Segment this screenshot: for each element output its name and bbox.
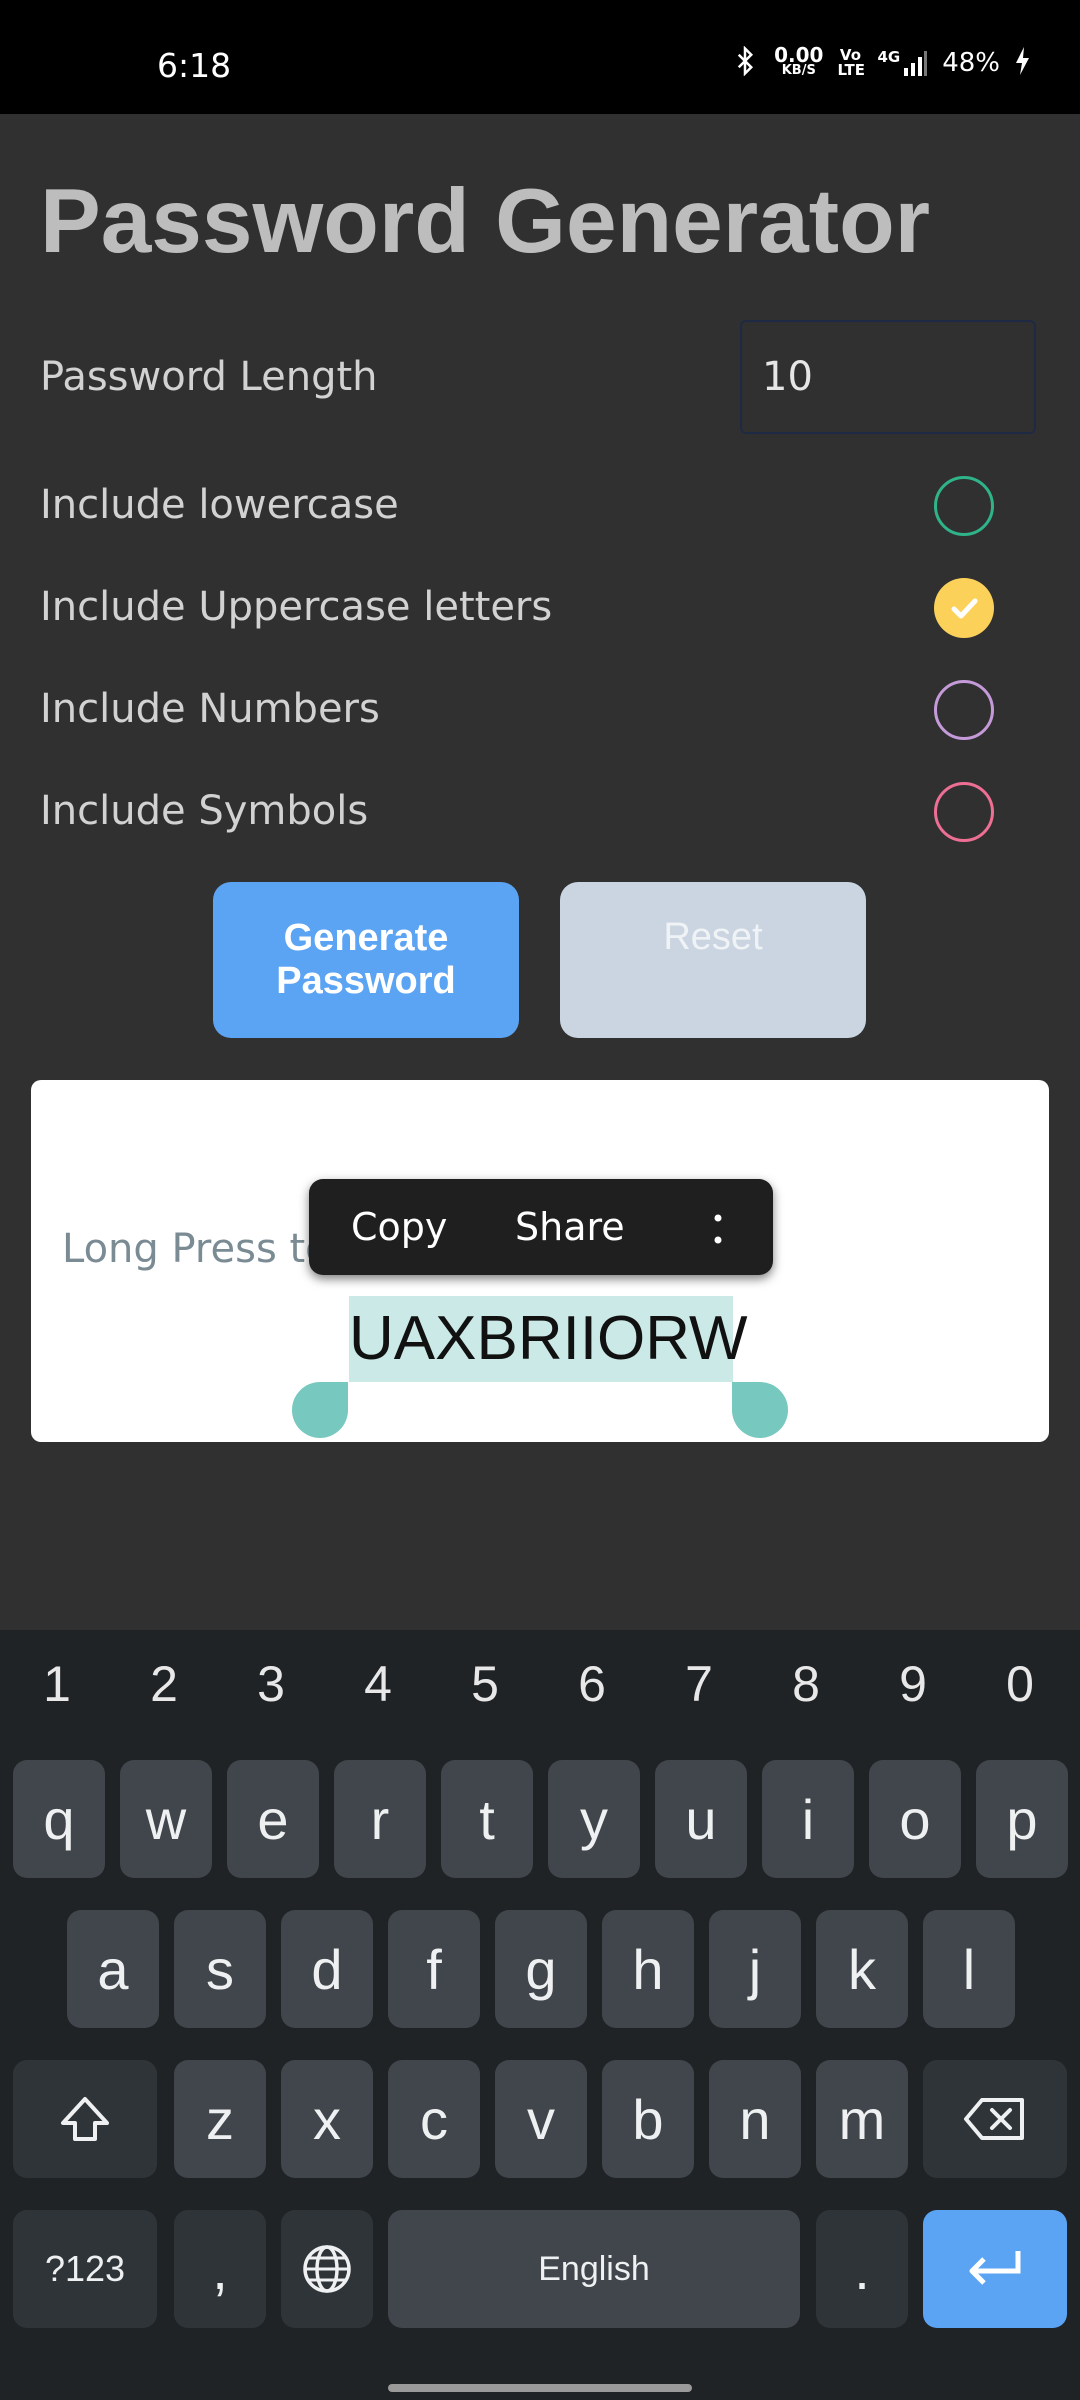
backspace-key[interactable] (923, 2060, 1067, 2178)
key-c[interactable]: c (388, 2060, 480, 2178)
home-indicator[interactable] (388, 2384, 692, 2392)
option-lowercase-label: Include lowercase (40, 482, 399, 528)
key-2[interactable]: 2 (134, 1655, 194, 1713)
key-5[interactable]: 5 (455, 1655, 515, 1713)
more-vertical-icon[interactable] (693, 1179, 743, 1275)
key-t[interactable]: t (441, 1760, 533, 1878)
share-menu-item[interactable]: Share (515, 1179, 625, 1275)
checkmark-icon (951, 598, 978, 619)
key-x[interactable]: x (281, 2060, 373, 2178)
key-g[interactable]: g (495, 1910, 587, 2028)
key-e[interactable]: e (227, 1760, 319, 1878)
enter-key[interactable] (923, 2210, 1067, 2328)
key-0[interactable]: 0 (990, 1655, 1050, 1713)
shift-key[interactable] (13, 2060, 157, 2178)
key-k[interactable]: k (816, 1910, 908, 2028)
selection-handle-start[interactable] (292, 1382, 348, 1438)
uppercase-checkbox[interactable] (934, 578, 994, 638)
shift-icon (61, 2097, 109, 2141)
period-key[interactable]: . (816, 2210, 908, 2328)
key-6[interactable]: 6 (562, 1655, 622, 1713)
status-icons: 0.00 KB/S Vo LTE 4G 48% (730, 43, 1030, 80)
copy-menu-item[interactable]: Copy (351, 1179, 447, 1275)
key-h[interactable]: h (602, 1910, 694, 2028)
long-press-hint: Long Press to (62, 1226, 330, 1272)
key-y[interactable]: y (548, 1760, 640, 1878)
key-m[interactable]: m (816, 2060, 908, 2178)
option-numbers-label: Include Numbers (40, 686, 380, 732)
selection-handle-end[interactable] (732, 1382, 788, 1438)
key-j[interactable]: j (709, 1910, 801, 2028)
enter-icon (969, 2251, 1021, 2285)
symbols-checkbox[interactable] (934, 782, 994, 842)
key-a[interactable]: a (67, 1910, 159, 2028)
generate-password-button[interactable]: Generate Password (213, 882, 519, 1038)
key-r[interactable]: r (334, 1760, 426, 1878)
comma-key[interactable]: , (174, 2210, 266, 2328)
key-3[interactable]: 3 (241, 1655, 301, 1713)
key-q[interactable]: q (13, 1760, 105, 1878)
key-7[interactable]: 7 (669, 1655, 729, 1713)
key-b[interactable]: b (602, 2060, 694, 2178)
language-key[interactable] (281, 2210, 373, 2328)
status-time: 6:18 (157, 46, 232, 85)
reset-button[interactable]: Reset (560, 882, 866, 1038)
signal-type: 4G (877, 48, 901, 66)
key-z[interactable]: z (174, 2060, 266, 2178)
option-uppercase-label: Include Uppercase letters (40, 584, 553, 630)
key-w[interactable]: w (120, 1760, 212, 1878)
bluetooth-icon (730, 45, 760, 80)
backspace-icon (964, 2098, 1024, 2140)
key-p[interactable]: p (976, 1760, 1068, 1878)
space-key[interactable]: English (388, 2210, 800, 2328)
key-l[interactable]: l (923, 1910, 1015, 2028)
option-symbols-label: Include Symbols (40, 788, 369, 834)
generated-password[interactable]: UAXBRIIORW (349, 1296, 747, 1382)
network-speed: 0.00 KB/S (774, 43, 824, 79)
charging-icon (1014, 47, 1030, 79)
status-bar: 6:18 0.00 KB/S Vo LTE 4G 48% (0, 0, 1080, 114)
volte-indicator: Vo LTE (837, 46, 866, 79)
lowercase-checkbox[interactable] (934, 476, 994, 536)
password-length-input[interactable]: 10 (740, 320, 1036, 434)
key-v[interactable]: v (495, 2060, 587, 2178)
key-s[interactable]: s (174, 1910, 266, 2028)
key-9[interactable]: 9 (883, 1655, 943, 1713)
key-n[interactable]: n (709, 2060, 801, 2178)
key-u[interactable]: u (655, 1760, 747, 1878)
signal-icon: 4G (877, 50, 928, 76)
password-length-label: Password Length (40, 354, 378, 400)
text-context-menu: Copy Share (309, 1179, 773, 1275)
globe-icon (303, 2245, 351, 2293)
key-f[interactable]: f (388, 1910, 480, 2028)
numbers-checkbox[interactable] (934, 680, 994, 740)
network-speed-value: 0.00 (774, 43, 824, 67)
key-d[interactable]: d (281, 1910, 373, 2028)
key-1[interactable]: 1 (27, 1655, 87, 1713)
page-title: Password Generator (40, 171, 931, 272)
key-4[interactable]: 4 (348, 1655, 408, 1713)
battery-level: 48% (942, 48, 1000, 78)
key-i[interactable]: i (762, 1760, 854, 1878)
key-8[interactable]: 8 (776, 1655, 836, 1713)
key-o[interactable]: o (869, 1760, 961, 1878)
symbols-key[interactable]: ?123 (13, 2210, 157, 2328)
